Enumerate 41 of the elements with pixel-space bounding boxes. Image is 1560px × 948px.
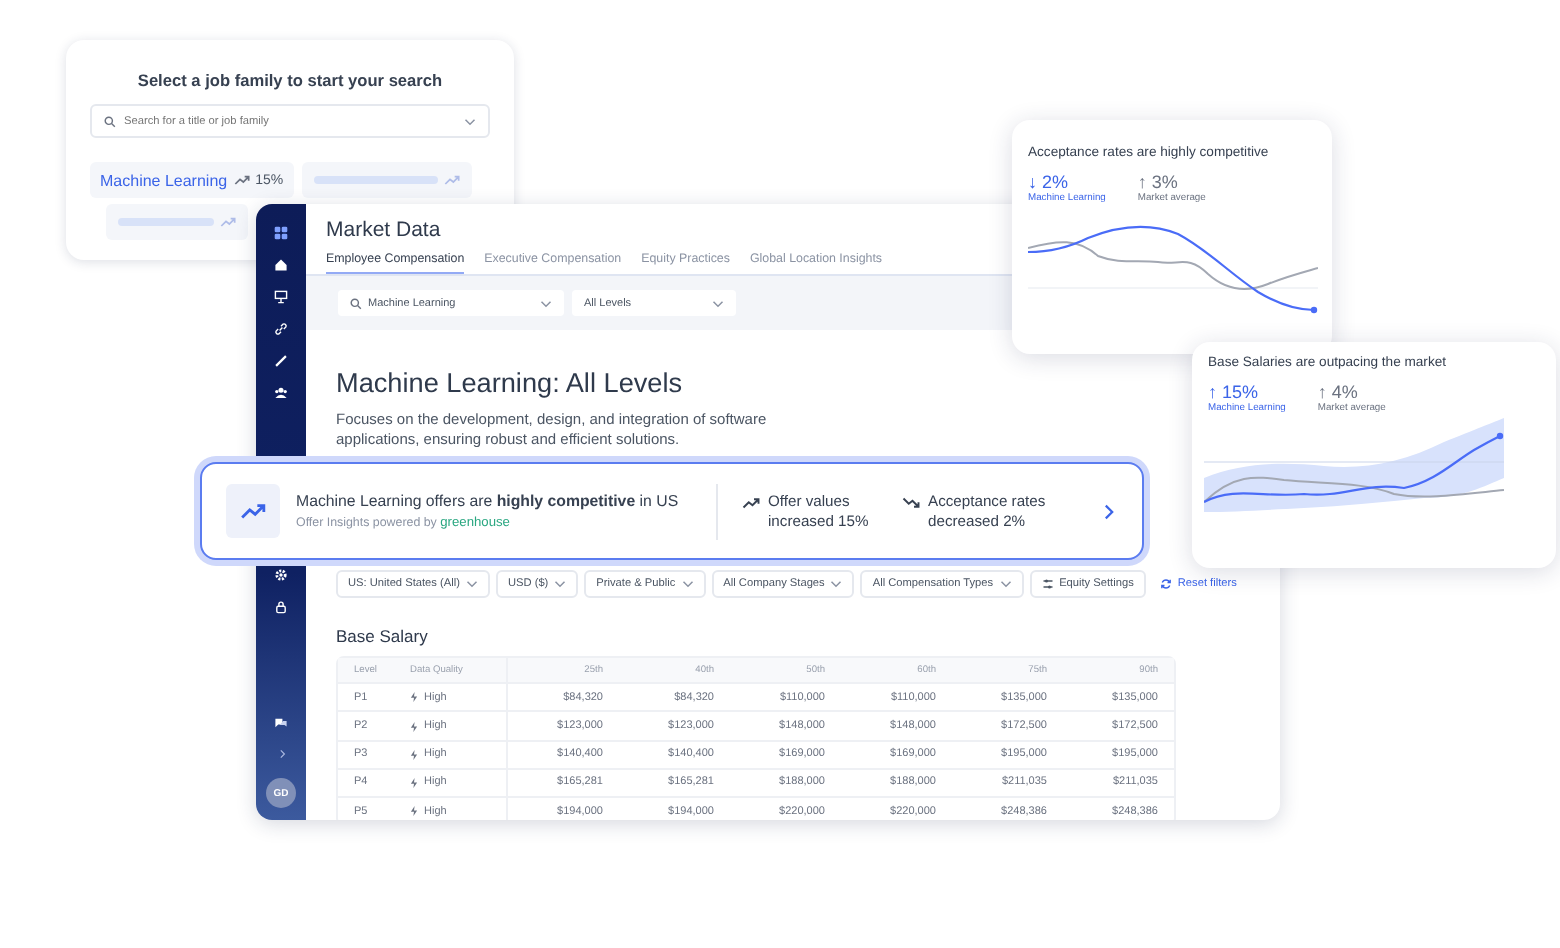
presentation-icon[interactable] <box>274 290 288 304</box>
chevron-down-icon <box>681 580 694 589</box>
refresh-icon <box>1159 578 1172 591</box>
trend-up-icon <box>240 502 266 520</box>
trend-up-icon <box>443 174 460 186</box>
lightning-icon <box>410 777 418 788</box>
lightning-icon <box>410 692 418 703</box>
trend-up-icon <box>742 496 760 511</box>
chevron-down-icon <box>465 580 478 589</box>
chevron-down-icon <box>999 580 1012 589</box>
stat-value: ↑ 4% <box>1317 382 1358 402</box>
lightning-icon <box>410 749 418 760</box>
lightning-icon <box>410 721 418 732</box>
grid-icon[interactable] <box>274 226 288 240</box>
lock-icon[interactable] <box>274 600 288 614</box>
chevron-right-icon[interactable] <box>275 748 287 760</box>
chevron-down-icon <box>464 117 476 125</box>
chevron-down-icon <box>554 580 567 589</box>
page-heading: Machine Learning: All Levels <box>336 368 683 398</box>
chevron-down-icon <box>712 299 724 307</box>
search-icon <box>104 115 116 127</box>
people-icon[interactable] <box>274 386 288 400</box>
trend-up-icon <box>220 216 236 228</box>
link-icon[interactable] <box>274 322 288 336</box>
settings-icon[interactable] <box>274 568 288 582</box>
page-title: Market Data <box>326 218 443 242</box>
card-title: Select a job family to start your search <box>135 70 445 90</box>
search-icon <box>350 297 362 309</box>
trend-down-icon <box>902 496 920 511</box>
job-family-label: Machine Learning <box>100 171 228 189</box>
sliders-icon <box>1041 578 1054 591</box>
chevron-down-icon <box>540 299 552 307</box>
section-title: Base Salary <box>336 626 430 647</box>
stat-value: ↓ 2% <box>1028 172 1069 192</box>
lightning-icon <box>410 806 418 817</box>
stat-value: ↑ 15% <box>1208 382 1259 402</box>
chevron-down-icon <box>830 580 843 589</box>
trend-up-icon <box>233 174 250 186</box>
chevron-right-icon[interactable] <box>1104 503 1114 519</box>
stat-value: ↑ 3% <box>1137 172 1178 192</box>
chat-icon[interactable] <box>274 716 288 730</box>
